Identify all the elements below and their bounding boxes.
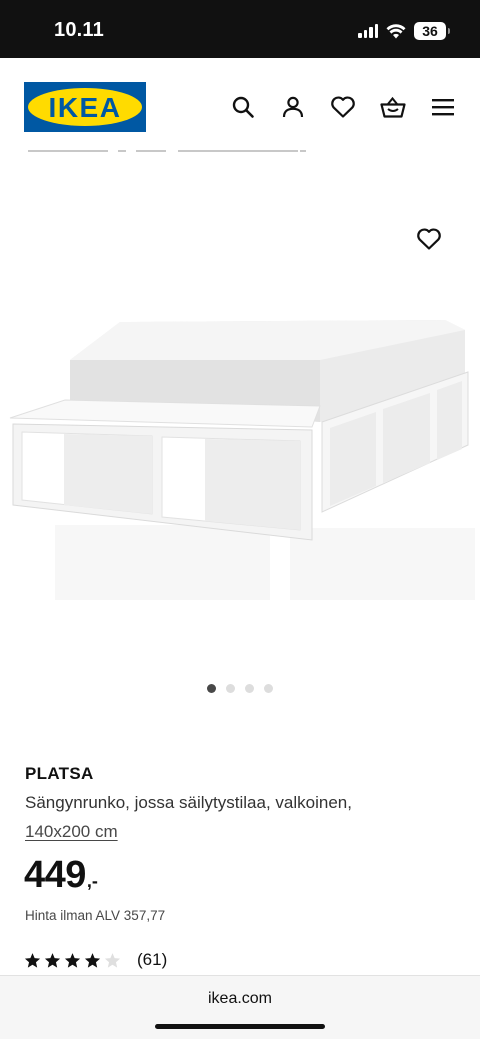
signal-icon [358,24,378,38]
status-icons: 36 [358,21,450,41]
status-time: 10.11 [54,19,104,41]
header-actions [230,94,456,120]
menu-icon[interactable] [430,94,456,120]
carousel-dot[interactable] [264,684,273,693]
carousel-dot[interactable] [245,684,254,693]
product-description: Sängynrunko, jossa säilytystilaa, valkoi… [25,793,352,812]
wishlist-icon[interactable] [330,94,356,120]
star-empty-icon [104,952,121,969]
star-filled-icon [84,952,101,969]
price-suffix: ,- [86,871,98,891]
rating-stars [24,952,121,969]
home-indicator[interactable] [155,1024,325,1029]
carousel-dot[interactable] [226,684,235,693]
add-to-wishlist-icon[interactable] [414,224,444,254]
review-count: (61) [137,950,168,969]
status-bar: 10.11 36 [0,0,480,58]
battery-indicator: 36 [414,22,450,40]
browser-url[interactable]: ikea.com [0,990,480,1008]
star-filled-icon [44,952,61,969]
star-filled-icon [24,952,41,969]
account-icon[interactable] [280,94,306,120]
price-integer: 449 [24,854,86,896]
svg-text:IKEA: IKEA [49,92,122,123]
product-name: PLATSA [25,764,94,783]
ikea-logo[interactable]: IKEA [24,82,146,132]
product-image[interactable] [0,160,480,680]
basket-icon[interactable] [380,94,406,120]
price-without-vat: Hinta ilman ALV 357,77 [25,908,166,923]
site-header: IKEA [0,58,480,150]
product-price: 449 ,- [24,854,98,897]
scrolled-content-edge [0,150,480,160]
browser-address-bar[interactable]: ikea.com [0,975,480,1039]
image-carousel-dots[interactable] [0,684,480,693]
product-rating[interactable]: (61) [24,950,167,970]
wifi-icon [386,24,406,39]
carousel-dot[interactable] [207,684,216,693]
star-filled-icon [64,952,81,969]
product-size-link[interactable]: 140x200 cm [25,822,118,842]
search-icon[interactable] [230,94,256,120]
